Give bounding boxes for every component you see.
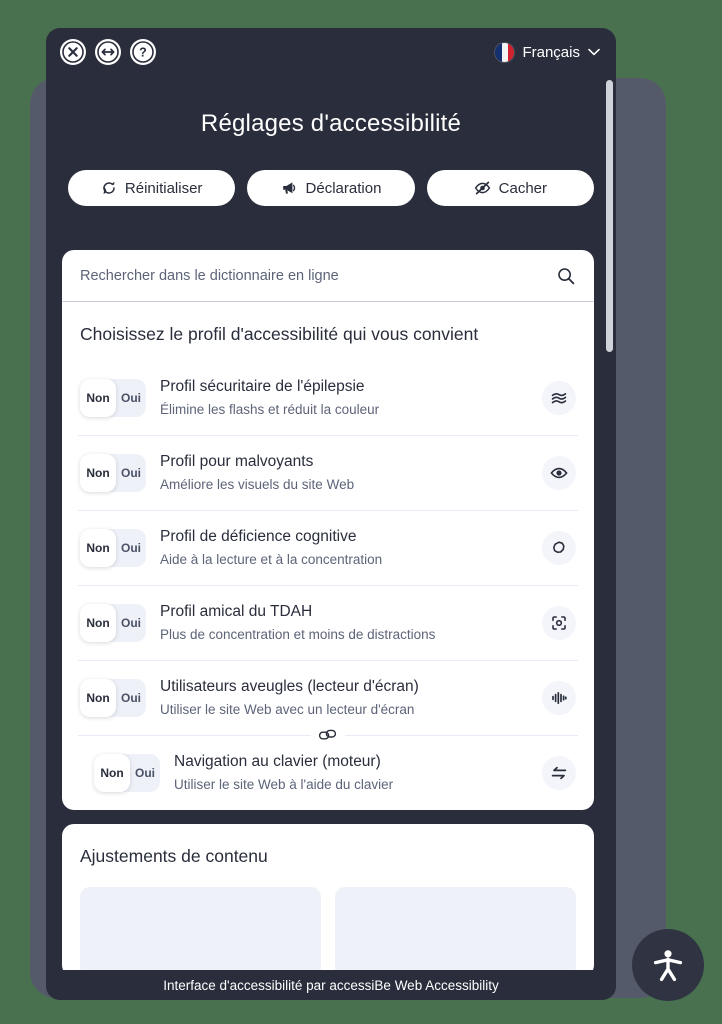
row-text: Utilisateurs aveugles (lecteur d'écran) … bbox=[160, 677, 528, 719]
accessibility-widget-panel: ? Français Réglages d'accessibilité Réin… bbox=[46, 28, 616, 1000]
row-text: Profil de déficience cognitive Aide à la… bbox=[160, 527, 528, 569]
row-description: Aide à la lecture et à la concentration bbox=[160, 552, 383, 568]
resize-button[interactable] bbox=[95, 39, 121, 65]
toggle-on-label[interactable]: Oui bbox=[116, 691, 146, 705]
statement-button[interactable]: Déclaration bbox=[247, 170, 415, 206]
close-button[interactable] bbox=[60, 39, 86, 65]
language-selector[interactable]: Français bbox=[495, 42, 600, 62]
profile-icon-wrap bbox=[542, 530, 576, 565]
toggle-off-label[interactable]: Non bbox=[80, 541, 116, 555]
waves-icon bbox=[551, 392, 567, 404]
profile-toggle-screenreader[interactable]: Non Oui bbox=[80, 678, 146, 717]
row-title: Profil pour malvoyants bbox=[160, 452, 314, 470]
widget-footer: Interface d'accessibilité par accessiBe … bbox=[46, 970, 616, 1000]
chevron-down-icon bbox=[588, 48, 600, 56]
table-row: Non Oui Profil pour malvoyants Améliore … bbox=[78, 434, 578, 510]
table-row: Non Oui Profil amical du TDAH Plus de co… bbox=[78, 584, 578, 660]
help-button[interactable]: ? bbox=[130, 39, 156, 65]
reset-button[interactable]: Réinitialiser bbox=[68, 170, 236, 206]
row-title: Utilisateurs aveugles (lecteur d'écran) bbox=[160, 677, 419, 695]
profile-toggle-cognitive[interactable]: Non Oui bbox=[80, 528, 146, 567]
row-text: Profil pour malvoyants Améliore les visu… bbox=[160, 452, 528, 494]
action-button-row: Réinitialiser Déclaration Cacher bbox=[46, 170, 616, 206]
close-icon bbox=[62, 41, 84, 63]
topbar-icon-group: ? bbox=[60, 39, 156, 65]
search-icon[interactable] bbox=[556, 266, 576, 286]
toggle-on-label[interactable]: Oui bbox=[116, 616, 146, 630]
profile-toggle-adhd[interactable]: Non Oui bbox=[80, 603, 146, 642]
search-input[interactable] bbox=[80, 267, 556, 284]
toggle-on-label[interactable]: Oui bbox=[116, 391, 146, 405]
row-description: Améliore les visuels du site Web bbox=[160, 477, 355, 493]
reset-button-label: Réinitialiser bbox=[124, 179, 203, 197]
profiles-card: Choisissez le profil d'accessibilité qui… bbox=[62, 250, 594, 810]
content-adjustments-heading: Ajustements de contenu bbox=[80, 845, 268, 866]
toggle-off-label[interactable]: Non bbox=[80, 616, 116, 630]
accessibility-person-icon bbox=[653, 950, 683, 982]
row-text: Profil amical du TDAH Plus de concentrat… bbox=[160, 602, 528, 644]
table-row: Non Oui Navigation au clavier (moteur) U… bbox=[78, 723, 578, 810]
puzzle-icon bbox=[553, 541, 565, 553]
profile-toggle-vision[interactable]: Non Oui bbox=[80, 453, 146, 492]
profiles-heading: Choisissez le profil d'accessibilité qui… bbox=[80, 324, 479, 344]
row-title: Navigation au clavier (moteur) bbox=[174, 752, 381, 770]
footer-text: Interface d'accessibilité par accessiBe … bbox=[163, 977, 499, 993]
toggle-on-label[interactable]: Oui bbox=[116, 466, 146, 480]
adjustment-tile[interactable] bbox=[80, 886, 321, 977]
row-title: Profil de déficience cognitive bbox=[160, 527, 357, 545]
page-title: Réglages d'accessibilité bbox=[200, 110, 462, 137]
profile-toggle-epilepsy[interactable]: Non Oui bbox=[80, 378, 146, 417]
language-label: Français bbox=[522, 43, 580, 61]
table-row: Non Oui Profil de déficience cognitive A… bbox=[78, 509, 578, 585]
eye-icon bbox=[550, 467, 568, 479]
row-text: Navigation au clavier (moteur) Utiliser … bbox=[174, 752, 528, 794]
row-description: Élimine les flashs et réduit la couleur bbox=[160, 402, 380, 418]
megaphone-icon bbox=[282, 182, 295, 194]
france-flag-icon bbox=[495, 42, 515, 62]
link-chain-icon bbox=[318, 729, 337, 740]
audio-waveform-icon bbox=[552, 691, 567, 704]
row-title: Profil amical du TDAH bbox=[160, 602, 313, 620]
reset-icon bbox=[103, 181, 115, 195]
toggle-on-label[interactable]: Oui bbox=[130, 766, 160, 780]
swap-arrows-icon bbox=[551, 766, 567, 779]
row-title: Profil sécuritaire de l'épilepsie bbox=[160, 378, 365, 395]
scrollbar-thumb[interactable] bbox=[606, 80, 613, 352]
eye-slash-icon bbox=[474, 181, 490, 195]
row-description: Utiliser le site Web à l'aide du clavier bbox=[174, 776, 394, 792]
profile-icon-wrap bbox=[542, 605, 576, 640]
toggle-off-label[interactable]: Non bbox=[94, 766, 130, 780]
content-adjustments-tiles bbox=[80, 886, 576, 977]
focus-target-icon bbox=[552, 616, 566, 630]
profile-icon-wrap bbox=[542, 680, 576, 715]
row-text: Profil sécuritaire de l'épilepsie Élimin… bbox=[160, 377, 528, 419]
profile-icon-wrap bbox=[542, 380, 576, 415]
profile-toggle-keyboard[interactable]: Non Oui bbox=[94, 753, 160, 792]
row-description: Plus de concentration et moins de distra… bbox=[160, 627, 436, 642]
toggle-off-label[interactable]: Non bbox=[80, 691, 116, 705]
profile-icon-wrap bbox=[542, 755, 576, 790]
toggle-off-label[interactable]: Non bbox=[80, 466, 116, 480]
adjustment-tile[interactable] bbox=[335, 886, 576, 977]
search-bar[interactable] bbox=[62, 250, 594, 302]
widget-scroll-area[interactable]: Choisissez le profil d'accessibilité qui… bbox=[62, 250, 594, 1000]
profile-icon-wrap bbox=[542, 455, 576, 490]
hide-button-label: Cacher bbox=[498, 179, 547, 197]
accessibility-fab-button[interactable] bbox=[632, 929, 704, 1001]
hide-button[interactable]: Cacher bbox=[426, 170, 594, 206]
table-row: Non Oui Profil sécuritaire de l'épilepsi… bbox=[78, 361, 578, 435]
help-icon: ? bbox=[132, 41, 154, 63]
content-adjustments-card: Ajustements de contenu bbox=[62, 823, 594, 977]
screen: ? Français Réglages d'accessibilité Réin… bbox=[0, 0, 722, 1024]
statement-button-label: Déclaration bbox=[305, 179, 382, 197]
link-chain-divider bbox=[311, 723, 345, 746]
profiles-row-list: Non Oui Profil sécuritaire de l'épilepsi… bbox=[62, 361, 594, 810]
scrollbar-track[interactable] bbox=[606, 80, 613, 980]
widget-topbar: ? Français bbox=[46, 28, 616, 76]
resize-icon bbox=[97, 41, 119, 63]
toggle-off-label[interactable]: Non bbox=[80, 391, 116, 405]
row-description: Utiliser le site Web avec un lecteur d'é… bbox=[160, 701, 415, 717]
toggle-on-label[interactable]: Oui bbox=[116, 541, 146, 555]
svg-text:?: ? bbox=[139, 46, 147, 60]
